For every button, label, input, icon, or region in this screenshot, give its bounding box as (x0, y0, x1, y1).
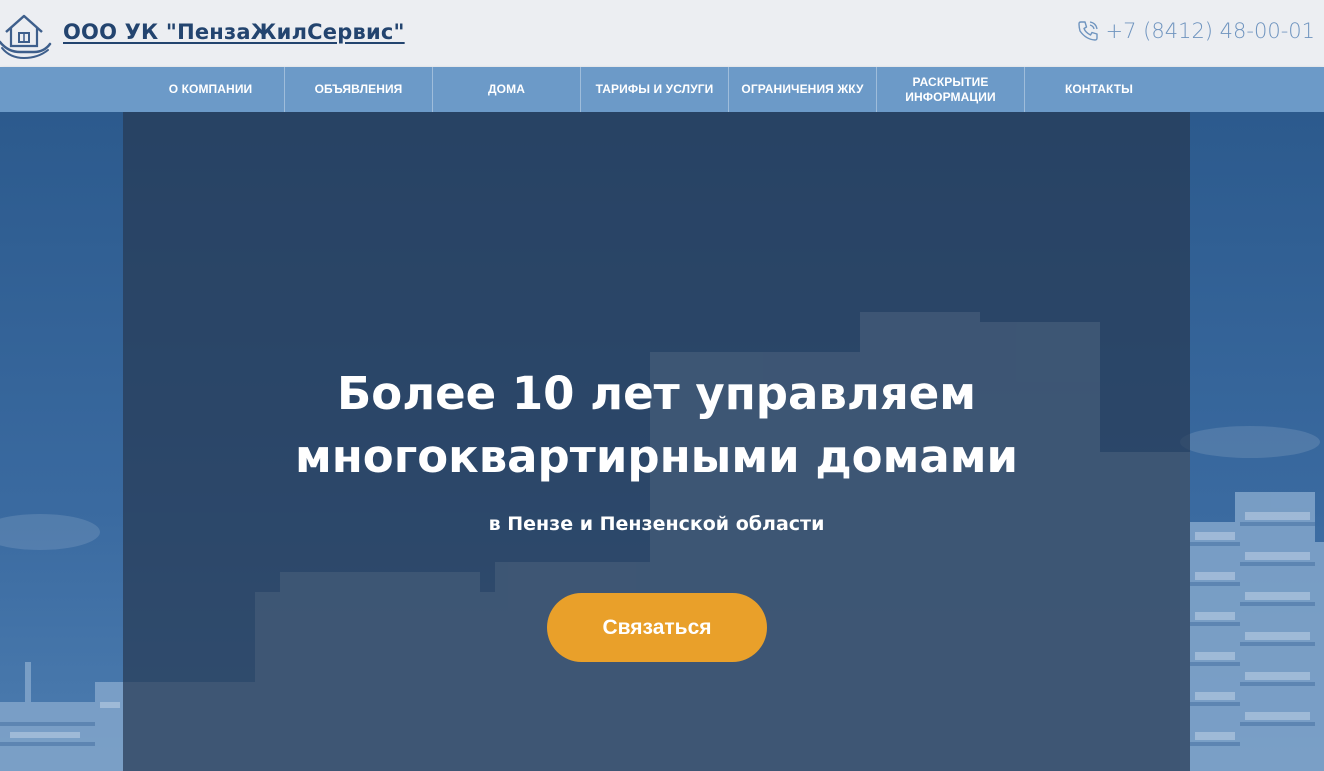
hero-title: Более 10 лет управляем многоквартирными … (294, 367, 1019, 483)
nav-item-restrictions[interactable]: ОГРАНИЧЕНИЯ ЖКУ (729, 67, 877, 112)
site-header: ООО УК "ПензаЖилСервис" +7 (8412) 48-00-… (0, 0, 1324, 67)
nav-items: О КОМПАНИИ ОБЪЯВЛЕНИЯ ДОМА ТАРИФЫ И УСЛУ… (137, 67, 1173, 112)
nav-item-announcements[interactable]: ОБЪЯВЛЕНИЯ (285, 67, 433, 112)
phone-icon (1077, 21, 1098, 41)
company-name-link[interactable]: ООО УК "ПензаЖилСервис" (63, 20, 405, 44)
nav-item-houses[interactable]: ДОМА (433, 67, 581, 112)
nav-item-tariffs[interactable]: ТАРИФЫ И УСЛУГИ (581, 67, 729, 112)
nav-item-about[interactable]: О КОМПАНИИ (137, 67, 285, 112)
contact-button[interactable]: Связаться (547, 593, 767, 662)
nav-item-contacts[interactable]: КОНТАКТЫ (1025, 67, 1173, 112)
hero-subtitle: в Пензе и Пензенской области (488, 513, 825, 535)
phone-number[interactable]: +7 (8412) 48-00-01 (1106, 19, 1315, 43)
phone-contact[interactable]: +7 (8412) 48-00-01 (1076, 19, 1315, 43)
main-nav: О КОМПАНИИ ОБЪЯВЛЕНИЯ ДОМА ТАРИФЫ И УСЛУ… (0, 67, 1324, 112)
hero-section: Более 10 лет управляем многоквартирными … (0, 112, 1324, 771)
nav-item-disclosure[interactable]: РАСКРЫТИЕ ИНФОРМАЦИИ (877, 67, 1025, 112)
house-hands-icon[interactable] (0, 6, 52, 60)
